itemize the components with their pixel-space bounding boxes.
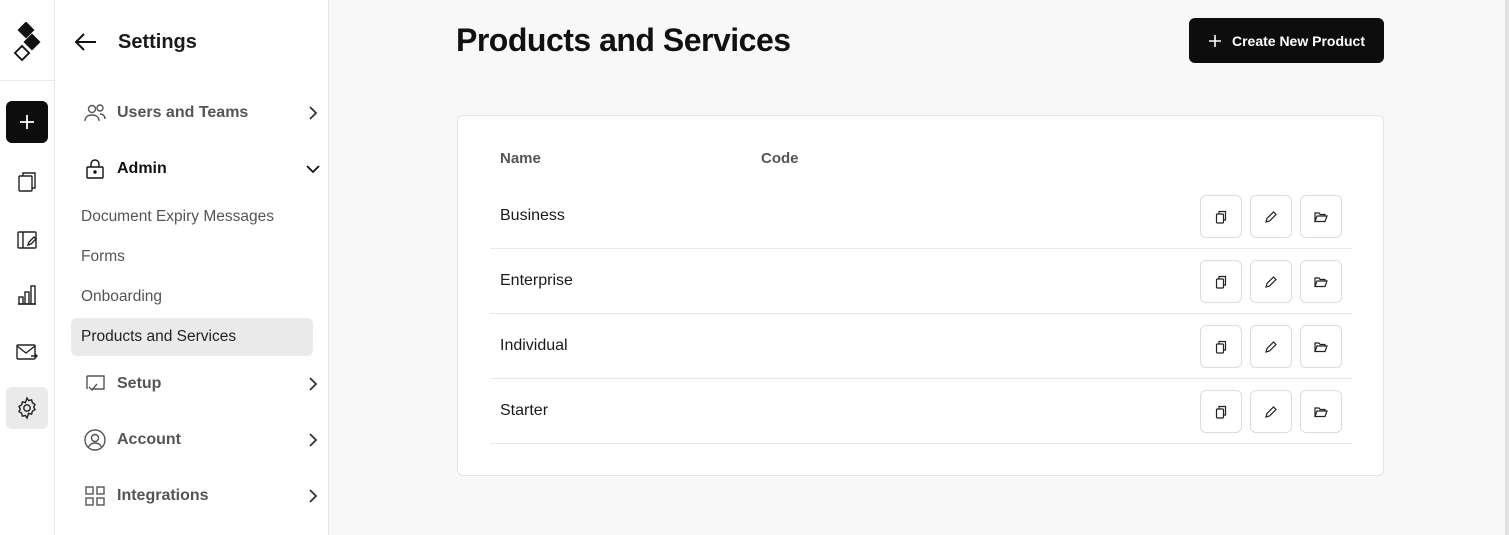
- page-title: Products and Services: [456, 22, 791, 58]
- sidebar-item-label: Users and Teams: [117, 104, 249, 121]
- duplicate-button[interactable]: [1200, 195, 1242, 238]
- mail-icon: [16, 344, 38, 360]
- rail-documents[interactable]: [6, 161, 48, 203]
- edit-icon: [1265, 210, 1277, 223]
- edit-button[interactable]: [1250, 390, 1292, 433]
- table-row: Individual: [490, 314, 1352, 379]
- scrollbar[interactable]: [1505, 0, 1509, 535]
- sidebar-item-admin[interactable]: Admin: [71, 149, 321, 189]
- edit-button[interactable]: [1250, 195, 1292, 238]
- create-new-product-button[interactable]: Create New Product: [1189, 18, 1384, 63]
- sidebar-subitem-products-and-services[interactable]: Products and Services: [71, 318, 313, 356]
- copy-icon: [1215, 340, 1227, 354]
- row-name: Enterprise: [500, 272, 573, 289]
- column-header-code: Code: [761, 150, 799, 167]
- row-actions: [1200, 325, 1342, 368]
- copy-icon: [1215, 210, 1227, 224]
- chevron-right-icon: [309, 489, 318, 503]
- row-actions: [1200, 390, 1342, 433]
- sidebar-item-label: Admin: [117, 160, 167, 177]
- open-folder-button[interactable]: [1300, 195, 1342, 238]
- documents-icon: [18, 172, 36, 192]
- checklist-icon: [86, 375, 105, 392]
- templates-icon: [17, 231, 37, 249]
- edit-icon: [1265, 340, 1277, 353]
- sidebar-item-integrations[interactable]: Integrations: [71, 476, 321, 516]
- products-table: Name Code Business Enterprise Individual: [457, 115, 1384, 476]
- duplicate-button[interactable]: [1200, 390, 1242, 433]
- app-root: Settings Users and Teams Admin Document …: [0, 0, 1509, 535]
- edit-button[interactable]: [1250, 260, 1292, 303]
- sidebar-item-label: Account: [117, 431, 181, 448]
- row-name: Business: [500, 207, 565, 224]
- rail-reports[interactable]: [6, 274, 48, 316]
- chevron-down-icon: [306, 165, 320, 174]
- user-circle-icon: [84, 429, 106, 451]
- rail-settings[interactable]: [6, 387, 48, 429]
- open-folder-button[interactable]: [1300, 325, 1342, 368]
- logo-icon[interactable]: [11, 22, 43, 64]
- edit-icon: [1265, 405, 1277, 418]
- open-folder-button[interactable]: [1300, 390, 1342, 433]
- duplicate-button[interactable]: [1200, 325, 1242, 368]
- row-name: Individual: [500, 337, 568, 354]
- table-row: Enterprise: [490, 249, 1352, 314]
- rail-mail[interactable]: [6, 331, 48, 373]
- folder-icon: [1314, 211, 1328, 222]
- settings-sidebar: Settings Users and Teams Admin Document …: [55, 0, 329, 535]
- chevron-right-icon: [309, 433, 318, 447]
- back-arrow-icon[interactable]: [73, 29, 99, 55]
- chevron-right-icon: [309, 377, 318, 391]
- users-icon: [84, 104, 106, 122]
- folder-icon: [1314, 341, 1328, 352]
- row-name: Starter: [500, 402, 549, 419]
- edit-button[interactable]: [1250, 325, 1292, 368]
- sidebar-item-users-and-teams[interactable]: Users and Teams: [71, 93, 321, 133]
- folder-icon: [1314, 406, 1328, 417]
- sidebar-item-label: Setup: [117, 375, 162, 392]
- rail-divider: [0, 80, 54, 81]
- table-row: Starter: [490, 379, 1352, 444]
- row-actions: [1200, 260, 1342, 303]
- sidebar-item-setup[interactable]: Setup: [71, 364, 321, 404]
- open-folder-button[interactable]: [1300, 260, 1342, 303]
- duplicate-button[interactable]: [1200, 260, 1242, 303]
- column-header-name: Name: [500, 150, 541, 167]
- grid-icon: [85, 486, 105, 506]
- gear-icon: [18, 396, 36, 420]
- sidebar-subitem-document-expiry-messages[interactable]: Document Expiry Messages: [71, 198, 313, 236]
- rail-templates[interactable]: [6, 219, 48, 261]
- reports-icon: [18, 285, 36, 305]
- sidebar-title: Settings: [118, 31, 197, 53]
- sidebar-item-label: Integrations: [117, 487, 209, 504]
- sidebar-subitem-onboarding[interactable]: Onboarding: [71, 278, 313, 316]
- folder-icon: [1314, 276, 1328, 287]
- plus-icon: [1208, 34, 1221, 47]
- row-actions: [1200, 195, 1342, 238]
- lock-icon: [86, 159, 104, 179]
- table-row: Business: [490, 184, 1352, 249]
- sidebar-item-account[interactable]: Account: [71, 420, 321, 460]
- create-new-button[interactable]: [6, 101, 48, 143]
- copy-icon: [1215, 405, 1227, 419]
- copy-icon: [1215, 275, 1227, 289]
- edit-icon: [1265, 275, 1277, 288]
- sidebar-subitem-forms[interactable]: Forms: [71, 238, 313, 276]
- create-new-product-label: Create New Product: [1231, 32, 1366, 49]
- chevron-right-icon: [309, 106, 318, 120]
- icon-rail: [0, 0, 55, 535]
- plus-icon: [20, 115, 34, 129]
